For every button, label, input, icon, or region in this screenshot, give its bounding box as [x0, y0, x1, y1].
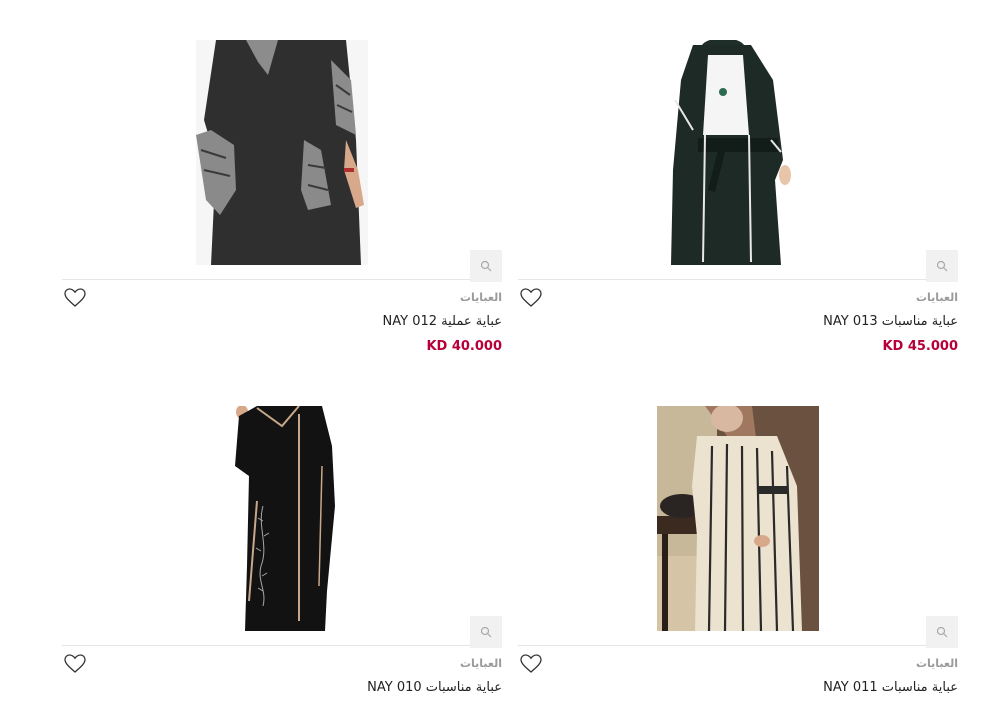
quick-view-button[interactable]: [470, 616, 502, 648]
product-category[interactable]: العبايات: [916, 657, 958, 670]
quick-view-button[interactable]: [926, 616, 958, 648]
product-meta: العبايات عباية مناسبات NAY 013 KD 45.000: [518, 280, 958, 370]
quick-view-button[interactable]: [926, 250, 958, 282]
product-image[interactable]: [227, 406, 337, 631]
product-image[interactable]: [196, 40, 368, 265]
product-category[interactable]: العبايات: [460, 291, 502, 304]
product-meta: العبايات عباية مناسبات NAY 010: [62, 646, 502, 705]
product-image[interactable]: [657, 406, 819, 631]
product-card: العبايات عباية مناسبات NAY 010: [62, 406, 502, 705]
product-grid: العبايات عباية مناسبات NAY 013 KD 45.000: [0, 0, 982, 705]
product-image-area[interactable]: [518, 40, 958, 282]
heart-outline-icon[interactable]: [64, 288, 86, 308]
product-name[interactable]: عباية مناسبات NAY 011: [823, 680, 958, 695]
product-category[interactable]: العبايات: [916, 291, 958, 304]
product-price: KD 45.000: [882, 339, 958, 354]
product-image-area[interactable]: [62, 406, 502, 648]
product-name[interactable]: عباية مناسبات NAY 010: [367, 680, 502, 695]
heart-outline-icon[interactable]: [64, 654, 86, 674]
product-meta: العبايات عباية عملية NAY 012 KD 40.000: [62, 280, 502, 370]
product-image-area[interactable]: [518, 406, 958, 648]
search-icon: [480, 626, 492, 638]
product-category[interactable]: العبايات: [460, 657, 502, 670]
product-price: KD 40.000: [426, 339, 502, 354]
heart-outline-icon[interactable]: [520, 288, 542, 308]
search-icon: [936, 626, 948, 638]
search-icon: [936, 260, 948, 272]
product-card: العبايات عباية مناسبات NAY 011: [518, 406, 958, 705]
product-card: العبايات عباية عملية NAY 012 KD 40.000: [62, 40, 502, 370]
product-image[interactable]: [663, 40, 813, 265]
product-name[interactable]: عباية مناسبات NAY 013: [823, 314, 958, 329]
product-name[interactable]: عباية عملية NAY 012: [383, 314, 502, 329]
quick-view-button[interactable]: [470, 250, 502, 282]
product-card: العبايات عباية مناسبات NAY 013 KD 45.000: [518, 40, 958, 370]
heart-outline-icon[interactable]: [520, 654, 542, 674]
product-image-area[interactable]: [62, 40, 502, 282]
product-meta: العبايات عباية مناسبات NAY 011: [518, 646, 958, 705]
search-icon: [480, 260, 492, 272]
